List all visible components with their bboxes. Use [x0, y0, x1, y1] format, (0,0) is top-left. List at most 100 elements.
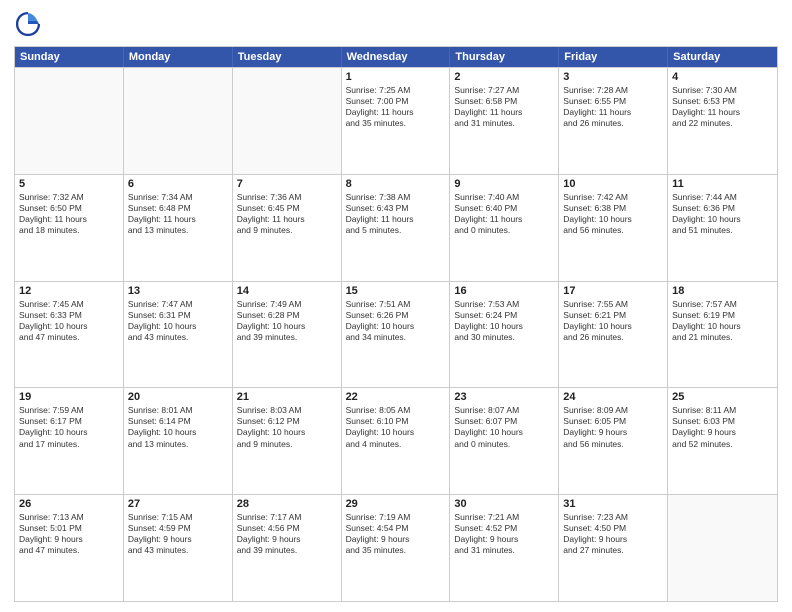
cell-info-line: Sunrise: 7:53 AM [454, 299, 554, 310]
cell-info-line: Sunrise: 7:23 AM [563, 512, 663, 523]
calendar-row-2: 5Sunrise: 7:32 AMSunset: 6:50 PMDaylight… [15, 174, 777, 281]
day-number: 12 [19, 285, 119, 297]
day-number: 9 [454, 178, 554, 190]
cell-info-line: Sunrise: 8:11 AM [672, 405, 773, 416]
cell-info-line: Sunset: 4:54 PM [346, 523, 446, 534]
cell-info-line: Sunset: 6:26 PM [346, 310, 446, 321]
cell-info-line: Sunset: 4:52 PM [454, 523, 554, 534]
day-number: 3 [563, 71, 663, 83]
cell-info-line: Sunset: 6:36 PM [672, 203, 773, 214]
day-header-wednesday: Wednesday [342, 47, 451, 67]
calendar-cell: 29Sunrise: 7:19 AMSunset: 4:54 PMDayligh… [342, 495, 451, 601]
cell-info-line: Daylight: 11 hours [346, 107, 446, 118]
cell-info-line: and 35 minutes. [346, 545, 446, 556]
cell-info-line: Sunrise: 7:15 AM [128, 512, 228, 523]
cell-info-line: Sunset: 6:33 PM [19, 310, 119, 321]
day-number: 19 [19, 391, 119, 403]
day-number: 27 [128, 498, 228, 510]
logo [14, 10, 46, 38]
cell-info-line: Daylight: 10 hours [346, 321, 446, 332]
day-number: 18 [672, 285, 773, 297]
day-number: 13 [128, 285, 228, 297]
cell-info-line: Daylight: 10 hours [128, 427, 228, 438]
day-header-monday: Monday [124, 47, 233, 67]
calendar-cell: 28Sunrise: 7:17 AMSunset: 4:56 PMDayligh… [233, 495, 342, 601]
day-number: 30 [454, 498, 554, 510]
cell-info-line: Sunrise: 7:55 AM [563, 299, 663, 310]
calendar-cell [15, 68, 124, 174]
cell-info-line: Daylight: 9 hours [128, 534, 228, 545]
cell-info-line: Daylight: 11 hours [454, 214, 554, 225]
cell-info-line: Daylight: 10 hours [454, 427, 554, 438]
cell-info-line: Sunrise: 7:49 AM [237, 299, 337, 310]
cell-info-line: Sunrise: 7:59 AM [19, 405, 119, 416]
cell-info-line: Sunrise: 7:28 AM [563, 85, 663, 96]
cell-info-line: and 34 minutes. [346, 332, 446, 343]
cell-info-line: Sunset: 6:03 PM [672, 416, 773, 427]
day-number: 28 [237, 498, 337, 510]
day-number: 14 [237, 285, 337, 297]
page: SundayMondayTuesdayWednesdayThursdayFrid… [0, 0, 792, 612]
cell-info-line: Daylight: 11 hours [19, 214, 119, 225]
cell-info-line: and 47 minutes. [19, 332, 119, 343]
day-number: 25 [672, 391, 773, 403]
cell-info-line: Sunrise: 7:30 AM [672, 85, 773, 96]
calendar-cell: 17Sunrise: 7:55 AMSunset: 6:21 PMDayligh… [559, 282, 668, 388]
cell-info-line: Sunset: 6:21 PM [563, 310, 663, 321]
cell-info-line: Daylight: 9 hours [237, 534, 337, 545]
calendar-cell: 21Sunrise: 8:03 AMSunset: 6:12 PMDayligh… [233, 388, 342, 494]
cell-info-line: Daylight: 10 hours [237, 427, 337, 438]
cell-info-line: and 30 minutes. [454, 332, 554, 343]
calendar-cell: 11Sunrise: 7:44 AMSunset: 6:36 PMDayligh… [668, 175, 777, 281]
cell-info-line: and 43 minutes. [128, 545, 228, 556]
cell-info-line: Sunrise: 7:51 AM [346, 299, 446, 310]
cell-info-line: Sunset: 4:59 PM [128, 523, 228, 534]
cell-info-line: Sunset: 6:48 PM [128, 203, 228, 214]
cell-info-line: and 39 minutes. [237, 545, 337, 556]
calendar-row-1: 1Sunrise: 7:25 AMSunset: 7:00 PMDaylight… [15, 67, 777, 174]
cell-info-line: Daylight: 9 hours [19, 534, 119, 545]
cell-info-line: Sunrise: 7:19 AM [346, 512, 446, 523]
cell-info-line: Daylight: 10 hours [563, 214, 663, 225]
calendar-cell: 19Sunrise: 7:59 AMSunset: 6:17 PMDayligh… [15, 388, 124, 494]
calendar-cell: 27 Sunrise: 7:15 AMSunset: 4:59 PMDayligh… [124, 495, 233, 601]
day-number: 20 [128, 391, 228, 403]
calendar-cell: 18Sunrise: 7:57 AMSunset: 6:19 PMDayligh… [668, 282, 777, 388]
cell-info-line: Sunset: 6:38 PM [563, 203, 663, 214]
cell-info-line: and 5 minutes. [346, 225, 446, 236]
calendar-cell: 7Sunrise: 7:36 AMSunset: 6:45 PMDaylight… [233, 175, 342, 281]
cell-info-line: and 9 minutes. [237, 439, 337, 450]
cell-info-line: and 18 minutes. [19, 225, 119, 236]
cell-info-line: and 9 minutes. [237, 225, 337, 236]
calendar-cell [668, 495, 777, 601]
cell-info-line: and 27 minutes. [563, 545, 663, 556]
cell-info-line: Daylight: 10 hours [563, 321, 663, 332]
cell-info-line: Sunset: 5:01 PM [19, 523, 119, 534]
cell-info-line: Daylight: 10 hours [128, 321, 228, 332]
day-header-tuesday: Tuesday [233, 47, 342, 67]
day-number: 8 [346, 178, 446, 190]
cell-info-line: Daylight: 11 hours [128, 214, 228, 225]
cell-info-line: Sunset: 6:50 PM [19, 203, 119, 214]
calendar-cell: 13Sunrise: 7:47 AMSunset: 6:31 PMDayligh… [124, 282, 233, 388]
cell-info-line: and 35 minutes. [346, 118, 446, 129]
cell-info-line: Sunset: 6:19 PM [672, 310, 773, 321]
day-number: 26 [19, 498, 119, 510]
day-number: 24 [563, 391, 663, 403]
day-number: 11 [672, 178, 773, 190]
calendar-cell [124, 68, 233, 174]
day-number: 4 [672, 71, 773, 83]
cell-info-line: Sunrise: 7:32 AM [19, 192, 119, 203]
calendar-cell: 4Sunrise: 7:30 AMSunset: 6:53 PMDaylight… [668, 68, 777, 174]
day-number: 6 [128, 178, 228, 190]
calendar-body: 1Sunrise: 7:25 AMSunset: 7:00 PMDaylight… [15, 67, 777, 601]
day-number: 21 [237, 391, 337, 403]
cell-info-line: Daylight: 11 hours [563, 107, 663, 118]
cell-info-line: Daylight: 9 hours [454, 534, 554, 545]
cell-info-line: and 39 minutes. [237, 332, 337, 343]
calendar-cell: 14Sunrise: 7:49 AMSunset: 6:28 PMDayligh… [233, 282, 342, 388]
day-number: 23 [454, 391, 554, 403]
calendar-cell: 3Sunrise: 7:28 AMSunset: 6:55 PMDaylight… [559, 68, 668, 174]
cell-info-line: and 31 minutes. [454, 118, 554, 129]
day-number: 15 [346, 285, 446, 297]
